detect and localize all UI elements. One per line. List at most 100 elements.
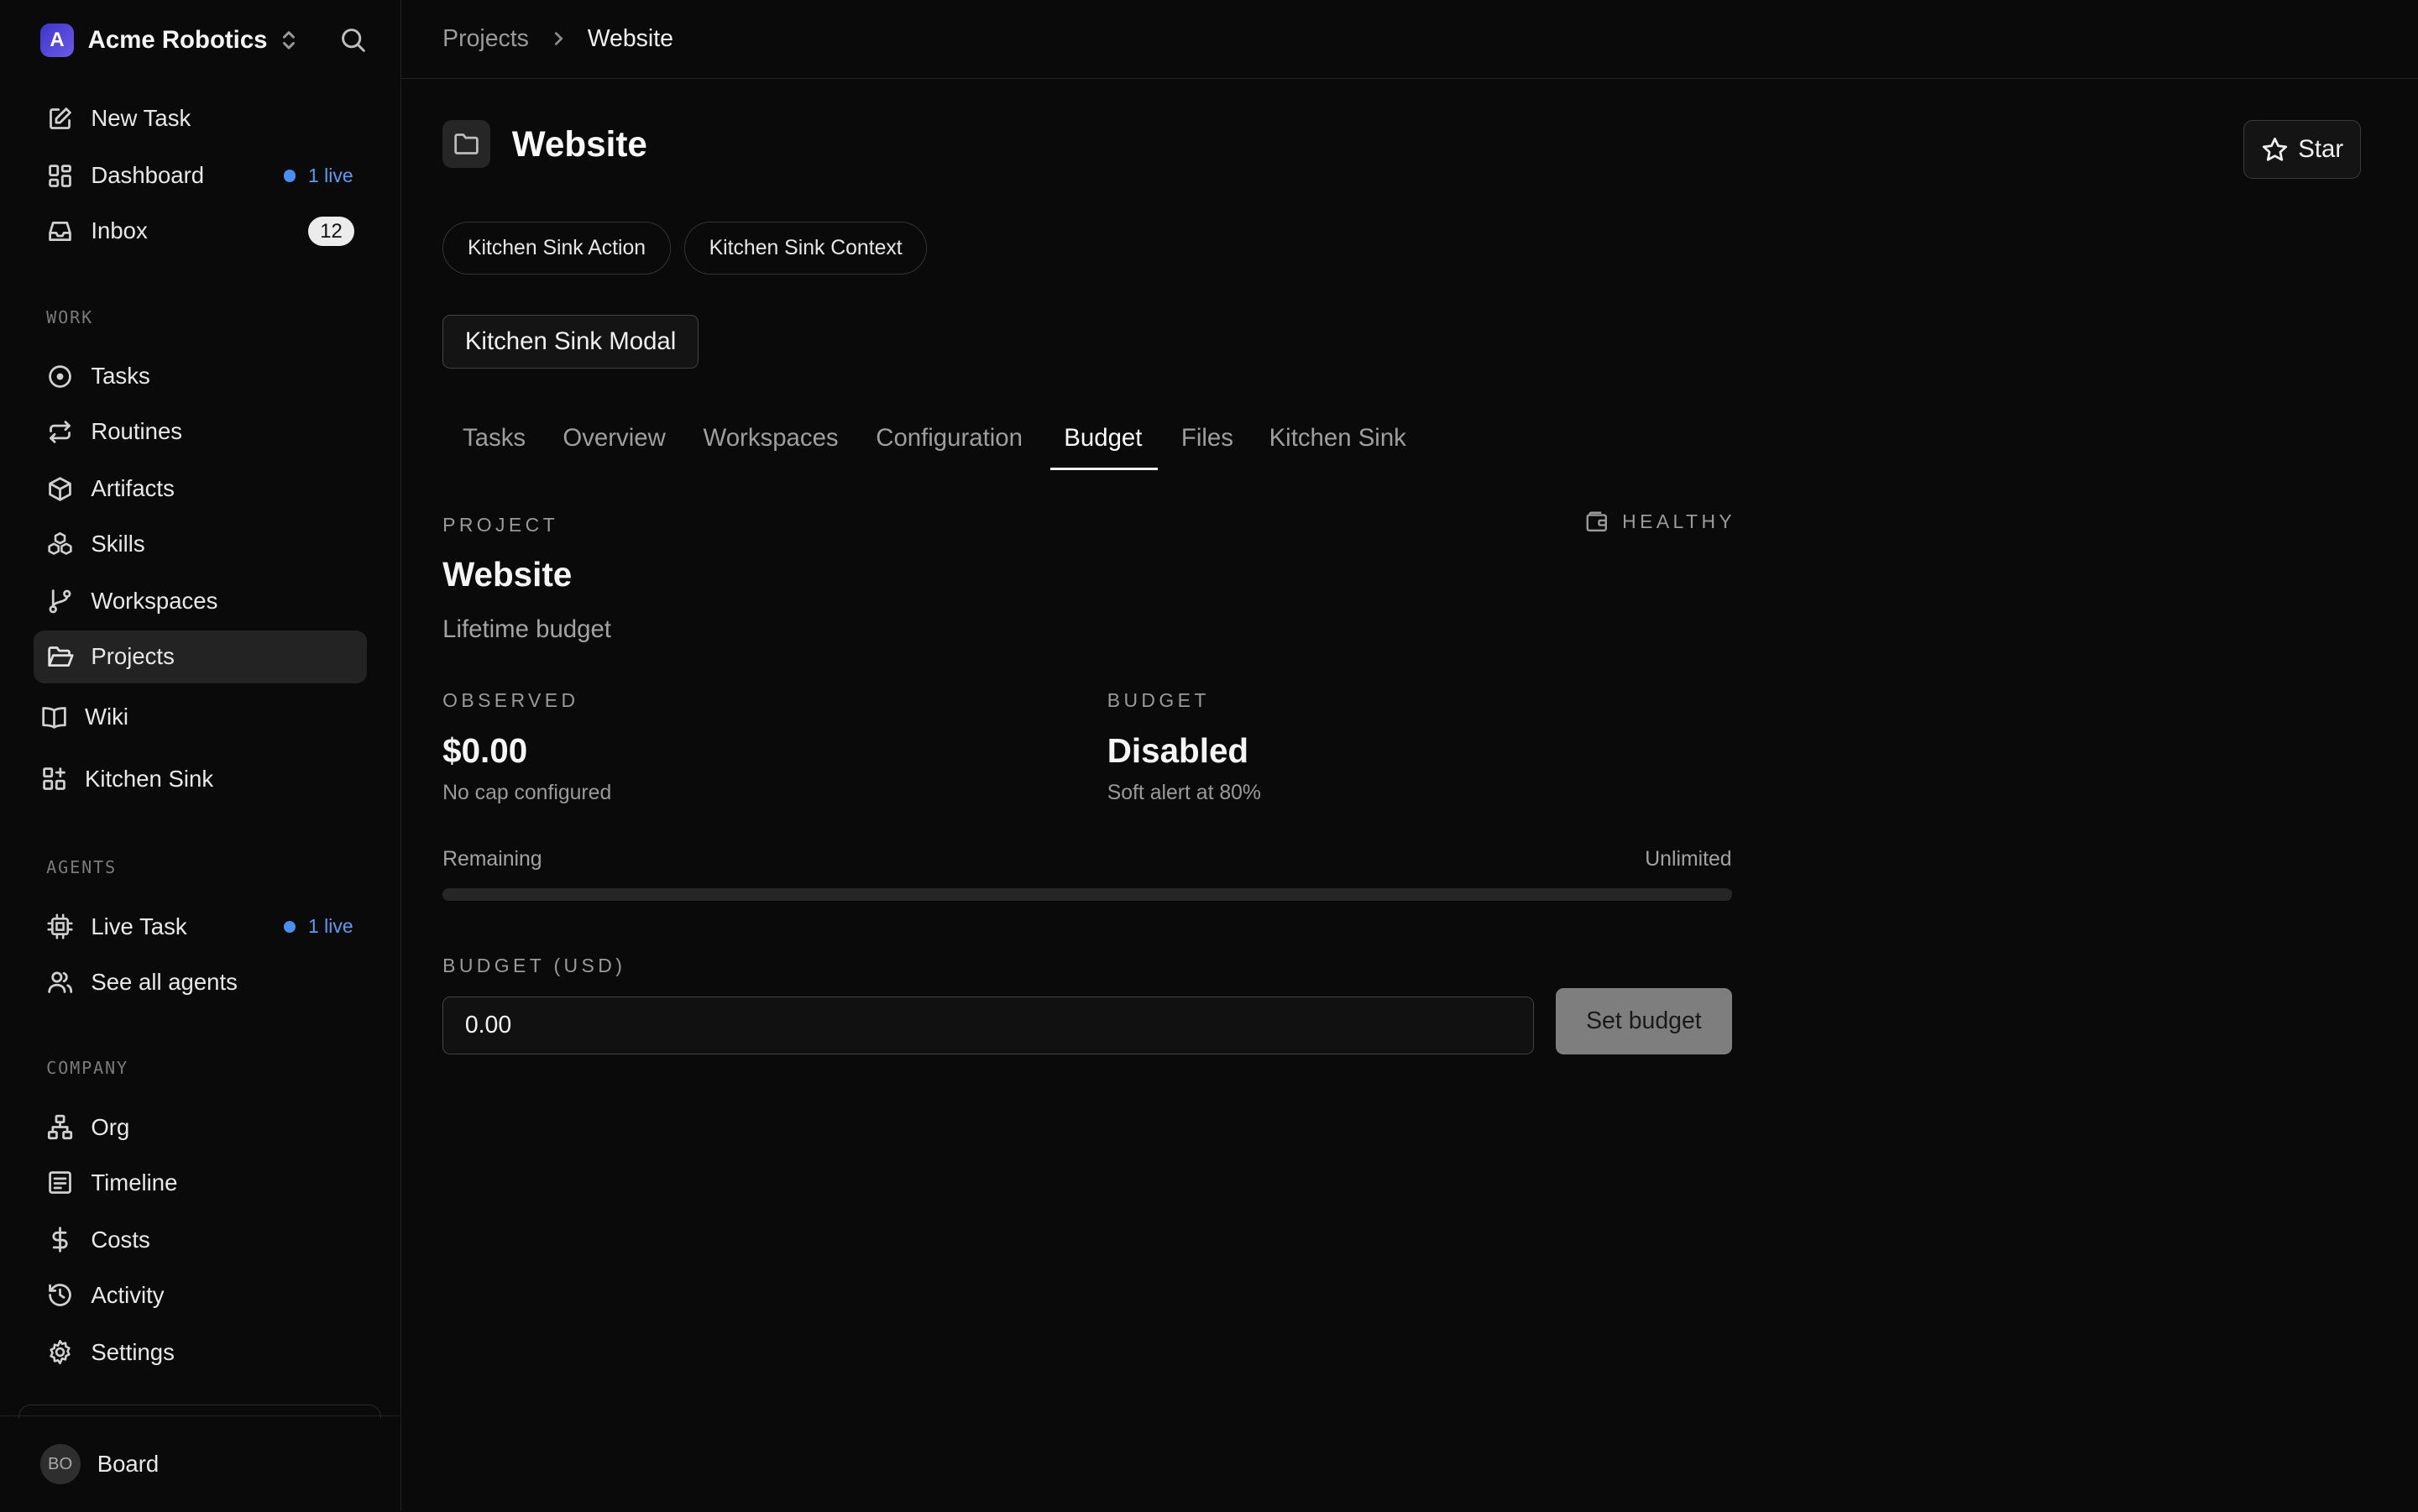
project-icon-box bbox=[442, 120, 491, 169]
boxes-icon bbox=[48, 531, 72, 555]
sidebar-item-label: Workspaces bbox=[91, 588, 218, 615]
section-header-work: WORK bbox=[46, 306, 94, 327]
star-button[interactable]: Star bbox=[2243, 120, 2361, 180]
sidebar-item-label: Routines bbox=[91, 418, 183, 445]
budget-input-label: BUDGET (USD) bbox=[442, 954, 626, 976]
sidebar-item-label: Settings bbox=[91, 1338, 175, 1365]
sidebar-item-label: Kitchen Sink bbox=[85, 765, 214, 792]
live-dot bbox=[283, 920, 296, 934]
sidebar-item-label: Timeline bbox=[91, 1169, 178, 1195]
sidebar-item-wiki[interactable]: Wiki bbox=[34, 691, 367, 743]
timeline-icon bbox=[49, 1171, 71, 1195]
observed-note: No cap configured bbox=[442, 782, 612, 805]
sidebar-item-workspaces[interactable]: Workspaces bbox=[34, 575, 367, 627]
breadcrumb-projects-link[interactable]: Projects bbox=[442, 25, 529, 53]
tab-workspaces[interactable]: Workspaces bbox=[704, 424, 839, 453]
sidebar-item-costs[interactable]: Costs bbox=[34, 1213, 367, 1265]
sidebar-item-artifacts[interactable]: Artifacts bbox=[34, 463, 367, 515]
sidebar: A Acme Robotics New Task Dashboard 1 liv… bbox=[0, 0, 401, 1511]
sidebar-item-see-all-agents[interactable]: See all agents bbox=[34, 956, 367, 1008]
wallet-icon bbox=[1586, 511, 1608, 532]
sidebar-item-label: Wiki bbox=[85, 704, 129, 730]
sidebar-item-activity[interactable]: Activity bbox=[34, 1269, 367, 1321]
tab-overview[interactable]: Overview bbox=[563, 424, 665, 453]
inbox-count-badge: 12 bbox=[307, 217, 355, 246]
tab-configuration[interactable]: Configuration bbox=[876, 424, 1023, 453]
box-icon bbox=[49, 476, 71, 501]
budget-eyebrow: BUDGET bbox=[1107, 689, 1210, 711]
sidebar-item-timeline[interactable]: Timeline bbox=[34, 1157, 367, 1209]
sidebar-item-label: Tasks bbox=[91, 363, 150, 390]
chevron-right-icon bbox=[554, 32, 563, 46]
dashboard-icon bbox=[49, 165, 71, 187]
book-icon bbox=[42, 706, 66, 729]
star-label: Star bbox=[2298, 135, 2344, 164]
sidebar-item-settings[interactable]: Settings bbox=[34, 1326, 367, 1379]
remaining-label: Remaining bbox=[442, 848, 542, 871]
sidebar-item-label: New Task bbox=[91, 105, 191, 132]
sidebar-item-projects[interactable]: Projects bbox=[34, 630, 368, 683]
gear-icon bbox=[50, 1340, 71, 1365]
project-name: Website bbox=[442, 555, 573, 594]
section-header-agents: AGENTS bbox=[46, 857, 118, 878]
main-content: Projects Website Website Star Kitchen Si… bbox=[400, 0, 2418, 1511]
live-count: 1 live bbox=[308, 164, 353, 186]
sidebar-item-tasks[interactable]: Tasks bbox=[34, 350, 367, 402]
sidebar-item-live-task[interactable]: Live Task 1 live bbox=[34, 901, 367, 953]
company-switcher[interactable]: A Acme Robotics bbox=[39, 22, 298, 59]
section-header-company: COMPANY bbox=[46, 1057, 129, 1078]
remaining-value: Unlimited bbox=[1645, 848, 1732, 871]
active-tab-indicator bbox=[1049, 467, 1159, 471]
git-branch-icon bbox=[49, 589, 71, 614]
circle-dot-icon bbox=[49, 364, 71, 388]
dollar-icon bbox=[52, 1227, 68, 1253]
sidebar-item-routines[interactable]: Routines bbox=[34, 405, 367, 458]
budget-note: Soft alert at 80% bbox=[1107, 782, 1261, 805]
breadcrumb-current: Website bbox=[587, 24, 673, 52]
grid-plus-icon bbox=[42, 767, 65, 790]
sidebar-item-dashboard[interactable]: Dashboard 1 live bbox=[34, 149, 367, 201]
sidebar-item-label: See all agents bbox=[91, 968, 238, 995]
sidebar-item-new-task[interactable]: New Task bbox=[34, 92, 367, 144]
pencil-square-icon bbox=[50, 107, 71, 129]
tab-budget[interactable]: Budget bbox=[1064, 424, 1142, 453]
status-badge: HEALTHY bbox=[1585, 510, 1735, 534]
user-name: Board bbox=[97, 1451, 160, 1478]
sidebar-item-skills[interactable]: Skills bbox=[34, 518, 367, 570]
kitchen-sink-action-pill[interactable]: Kitchen Sink Action bbox=[442, 222, 671, 275]
chevron-up-down-icon bbox=[283, 31, 296, 50]
inbox-icon bbox=[49, 222, 71, 241]
set-budget-button[interactable]: Set budget bbox=[1556, 988, 1732, 1055]
lifetime-budget-label: Lifetime budget bbox=[442, 615, 611, 643]
repeat-icon bbox=[50, 420, 71, 443]
sidebar-item-label: Live Task bbox=[91, 913, 187, 939]
company-logo: A bbox=[39, 23, 75, 57]
status-text: HEALTHY bbox=[1622, 510, 1736, 533]
sidebar-item-inbox[interactable]: Inbox 12 bbox=[34, 205, 367, 257]
sidebar-item-label: Activity bbox=[91, 1281, 165, 1308]
cpu-icon bbox=[47, 913, 73, 939]
sidebar-item-label: Dashboard bbox=[91, 162, 205, 189]
org-chart-icon bbox=[48, 1115, 73, 1140]
sidebar-item-label: Artifacts bbox=[91, 475, 175, 502]
folder-icon bbox=[454, 133, 479, 155]
tab-files[interactable]: Files bbox=[1181, 424, 1233, 453]
budget-input[interactable] bbox=[442, 996, 1535, 1055]
page-header: Website bbox=[442, 120, 647, 169]
history-icon bbox=[49, 1284, 71, 1307]
kitchen-sink-modal-button[interactable]: Kitchen Sink Modal bbox=[442, 314, 699, 369]
user-menu[interactable]: BO Board bbox=[0, 1415, 400, 1512]
remaining-row: Remaining Unlimited bbox=[442, 848, 1731, 871]
sidebar-item-kitchen-sink[interactable]: Kitchen Sink bbox=[34, 752, 367, 804]
kitchen-sink-context-pill[interactable]: Kitchen Sink Context bbox=[684, 222, 927, 275]
search-icon[interactable] bbox=[339, 26, 367, 54]
page-title: Website bbox=[511, 123, 647, 164]
tab-tasks[interactable]: Tasks bbox=[463, 424, 526, 453]
tab-kitchen-sink[interactable]: Kitchen Sink bbox=[1269, 424, 1406, 453]
sidebar-item-label: Projects bbox=[91, 643, 175, 670]
star-icon bbox=[2263, 137, 2288, 161]
sidebar-item-label: Inbox bbox=[91, 217, 148, 244]
sidebar-item-org[interactable]: Org bbox=[34, 1101, 367, 1153]
live-indicator: 1 live bbox=[283, 164, 353, 187]
live-dot bbox=[283, 170, 296, 182]
